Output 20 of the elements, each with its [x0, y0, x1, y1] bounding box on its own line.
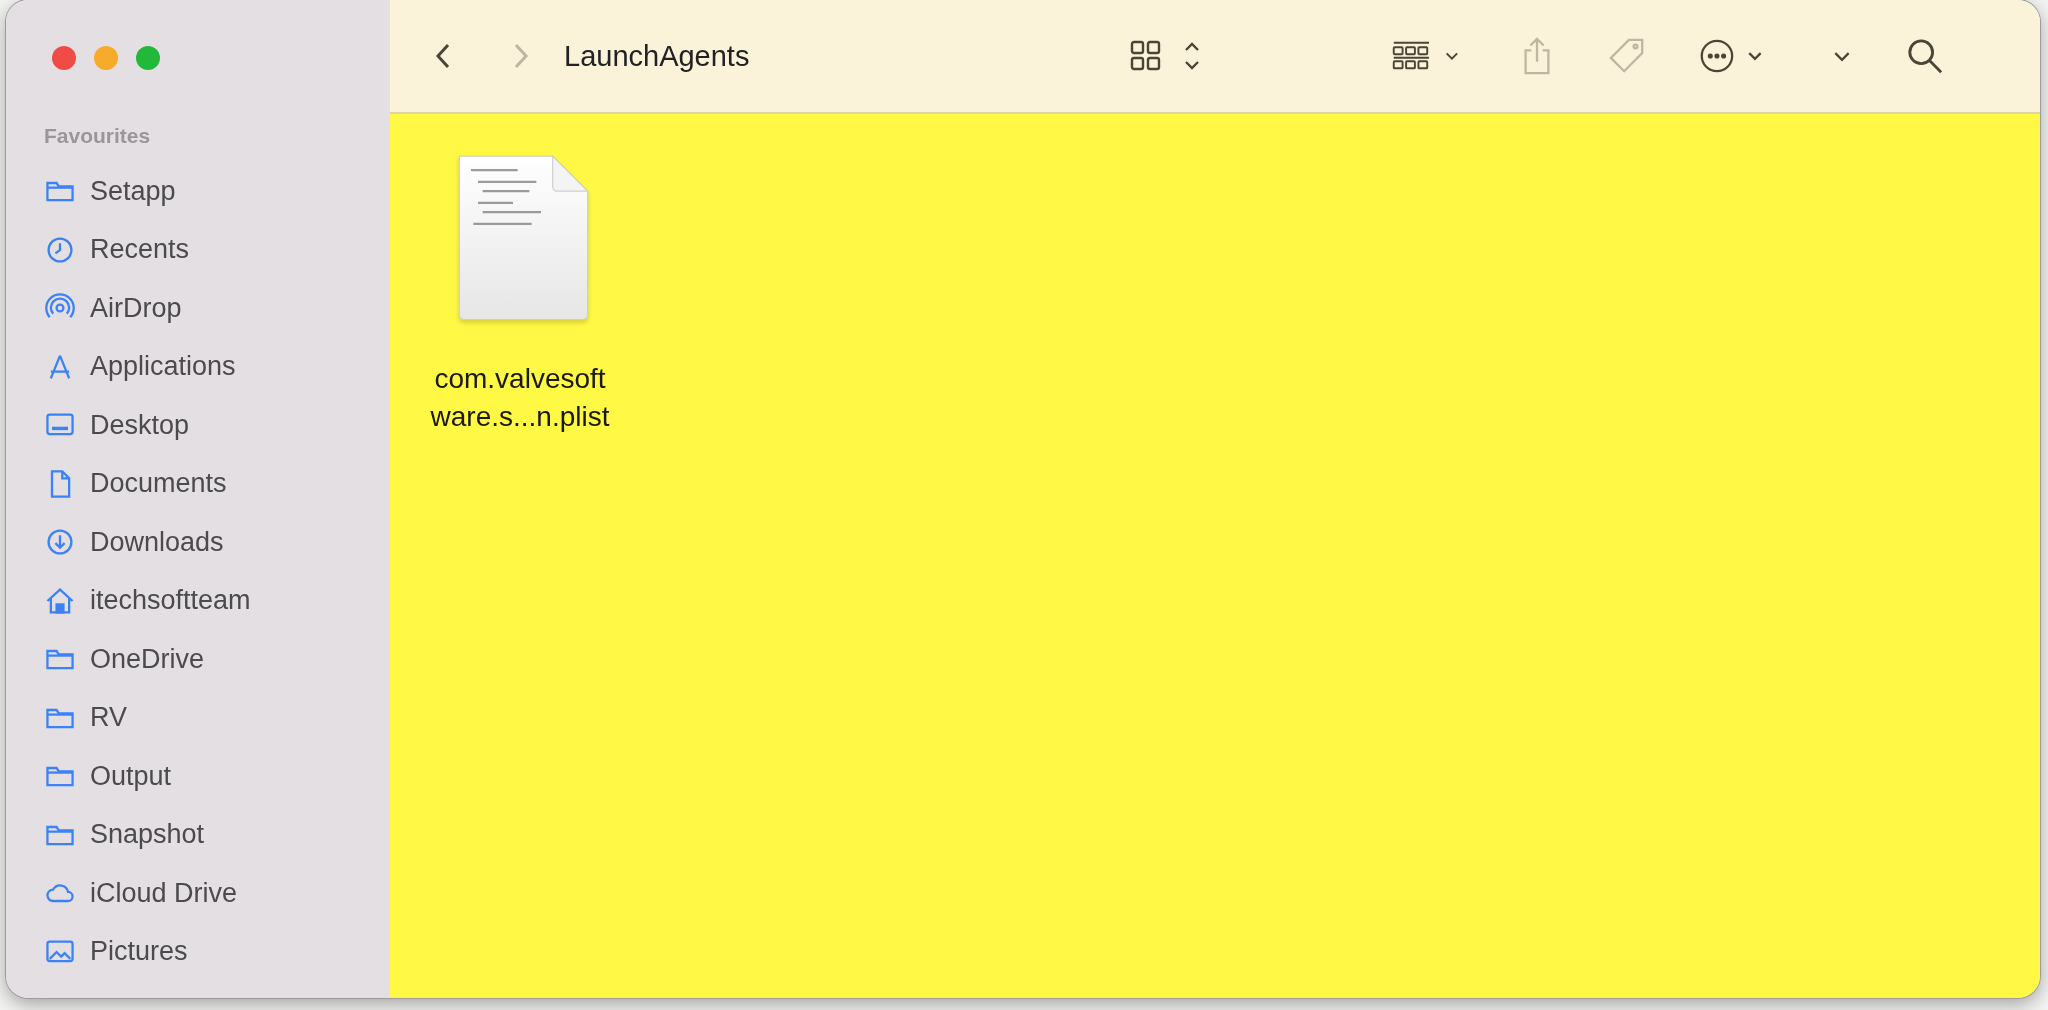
sidebar-item[interactable]: Documents — [44, 454, 237, 513]
sidebar-item[interactable]: RV — [44, 688, 138, 747]
file-name: com.valvesoft ware.s...n.plist — [430, 362, 610, 434]
search-icon[interactable] — [1906, 37, 1944, 75]
sidebar-item[interactable]: Snapshot — [44, 805, 215, 864]
sidebar-item[interactable]: Downloads — [44, 513, 234, 572]
sidebar-item[interactable]: Recents — [44, 220, 200, 279]
sidebar-item[interactable]: iCloud Drive — [44, 864, 248, 923]
sidebar-item[interactable]: OneDrive — [44, 630, 215, 689]
sidebar-item[interactable]: Setapp — [44, 162, 186, 221]
file-item[interactable]: com.valvesoft ware.s...n.plist — [410, 148, 630, 436]
sidebar-heading: Favourites — [44, 124, 151, 148]
sidebar-item[interactable]: Pictures — [44, 922, 198, 981]
close-button[interactable] — [52, 46, 76, 70]
sidebar-item[interactable]: AirDrop — [44, 279, 192, 338]
sidebar-item[interactable]: Desktop — [44, 396, 200, 455]
sidebar-item[interactable]: itechsoftteam — [44, 571, 261, 630]
sidebar-item[interactable]: Applications — [44, 337, 246, 396]
sidebar-item[interactable]: Output — [44, 747, 182, 806]
window-title: LaunchAgents — [564, 39, 751, 73]
